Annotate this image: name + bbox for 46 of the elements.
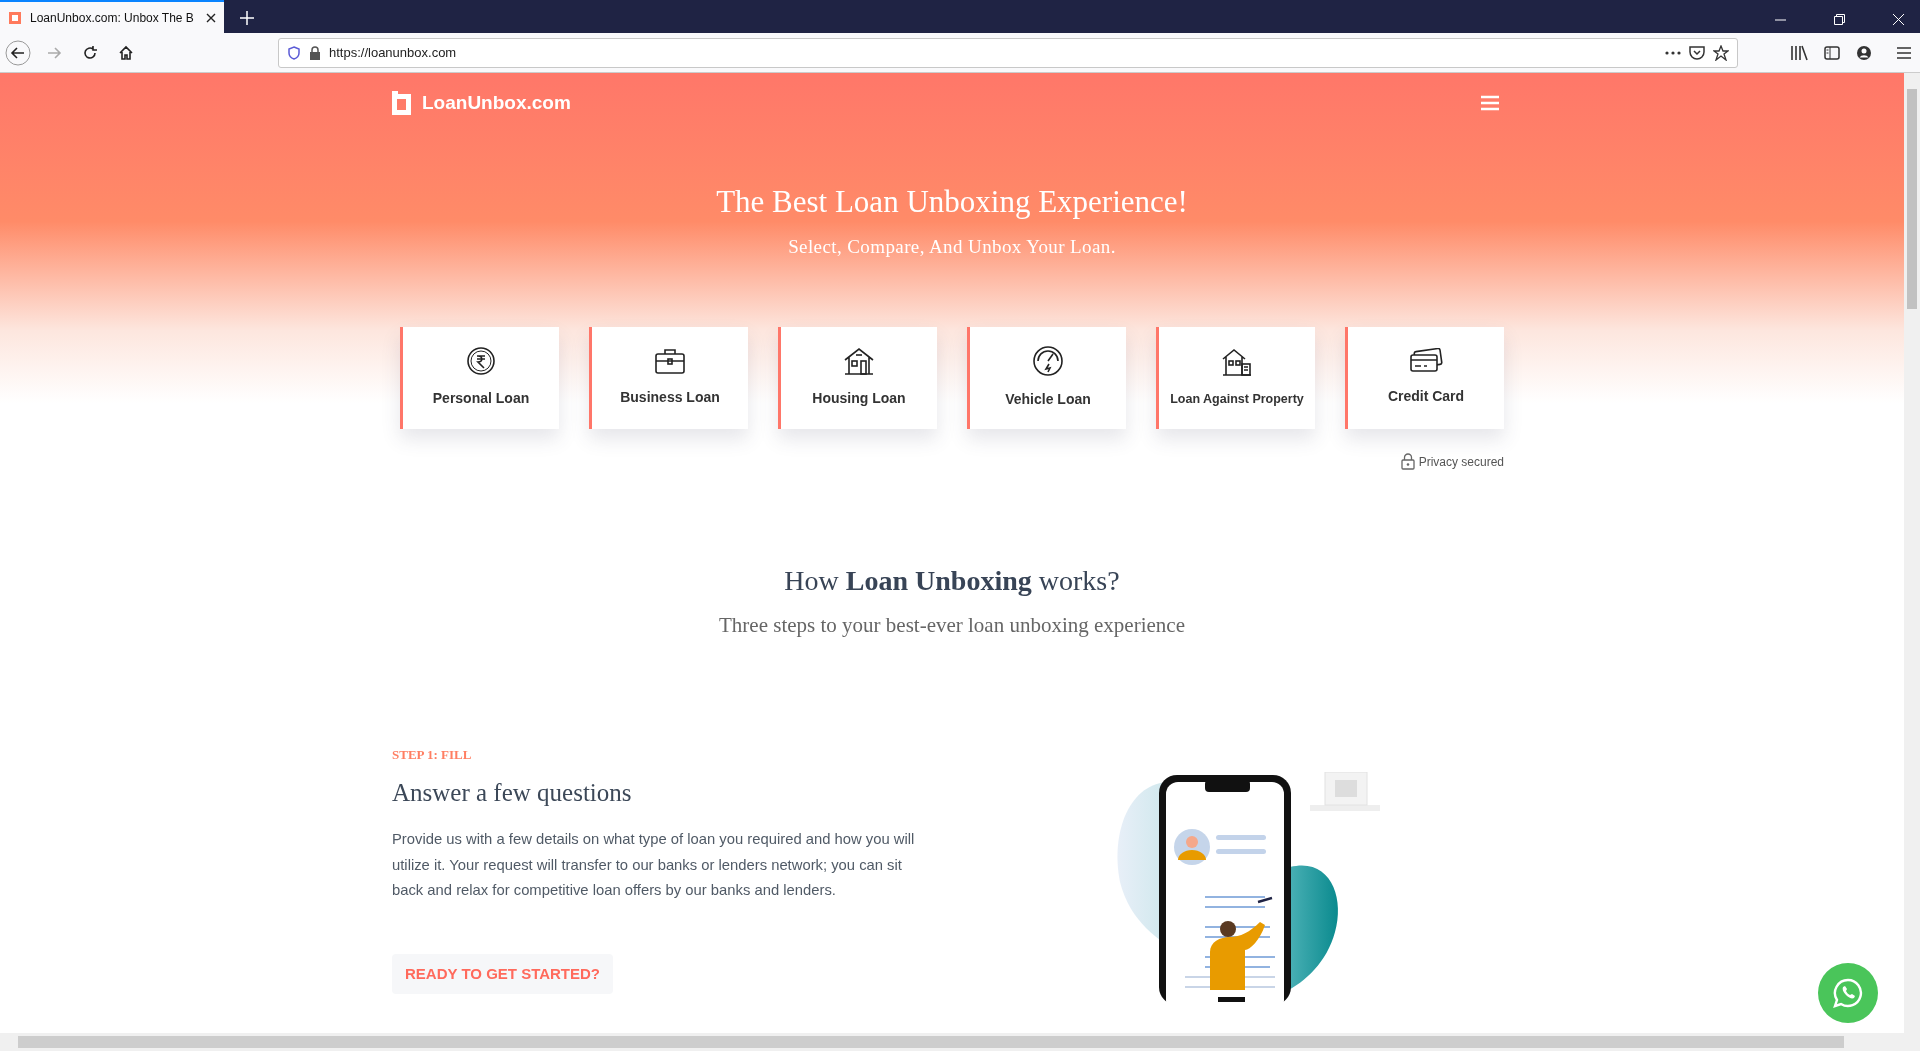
padlock-icon (1400, 453, 1415, 470)
logo-icon (392, 91, 414, 116)
rupee-icon (466, 346, 496, 376)
more-icon[interactable] (1665, 50, 1681, 55)
site-favicon-icon (8, 10, 22, 25)
step-description: Provide us with a few details on what type of loan you required and how you will utilize it. Your request will transfer to our banks or lenders network; you can sit back and relax for competitive loan offers by our banks and lenders. (392, 830, 916, 900)
home-icon (118, 44, 134, 61)
account-icon[interactable] (1856, 44, 1872, 61)
loan-type-card[interactable]: Credit Card (1345, 326, 1504, 429)
briefcase-icon (654, 347, 686, 375)
menu-icon (1480, 95, 1500, 112)
speedometer-icon (1032, 345, 1064, 377)
loan-type-card[interactable]: Business Loan (589, 326, 748, 429)
chat-bubble-phone-icon (1832, 977, 1864, 1009)
browser-tab[interactable]: LoanUnbox.com: Unbox The B (0, 0, 224, 33)
pocket-icon[interactable] (1689, 45, 1705, 60)
lock-icon (309, 45, 321, 60)
loan-type-card[interactable]: Vehicle Loan (967, 326, 1126, 429)
hero-subtitle: Select, Compare, And Unbox Your Loan. (788, 235, 1116, 259)
loan-type-card[interactable]: Personal Loan (400, 326, 559, 429)
section-subtitle: Three steps to your best-ever loan unboxing experience (719, 612, 1185, 639)
loan-type-card[interactable]: Loan Against Property (1156, 326, 1315, 429)
url-text: https://loanunbox.com (329, 43, 457, 62)
restore-icon[interactable] (1834, 14, 1845, 25)
privacy-note: Privacy secured (1418, 453, 1504, 471)
back-button[interactable] (4, 38, 32, 67)
sidebar-icon[interactable] (1824, 45, 1840, 60)
step-label: STEP 1: FILL (392, 745, 472, 764)
credit-card-icon (1409, 348, 1443, 374)
hero-title: The Best Loan Unboxing Experience! (716, 182, 1188, 221)
forward-arrow-icon (46, 44, 62, 61)
section-heading: How Loan Unboxing works? (784, 564, 1120, 598)
address-bar[interactable]: https://loanunbox.com (278, 37, 1738, 68)
logo-text: LoanUnbox.com (422, 91, 571, 115)
star-icon[interactable] (1713, 44, 1729, 61)
building-icon (1221, 346, 1253, 379)
tab-title: LoanUnbox.com: Unbox The B (30, 9, 195, 27)
reload-icon (82, 44, 98, 61)
close-icon[interactable] (206, 12, 216, 23)
step-heading: Answer a few questions (392, 777, 633, 808)
library-icon[interactable] (1790, 44, 1808, 61)
menu-icon[interactable] (1896, 45, 1912, 60)
new-tab-icon[interactable] (240, 11, 254, 25)
house-icon (843, 346, 875, 376)
shield-icon (287, 45, 301, 60)
loan-type-card[interactable]: Housing Loan (778, 326, 937, 429)
